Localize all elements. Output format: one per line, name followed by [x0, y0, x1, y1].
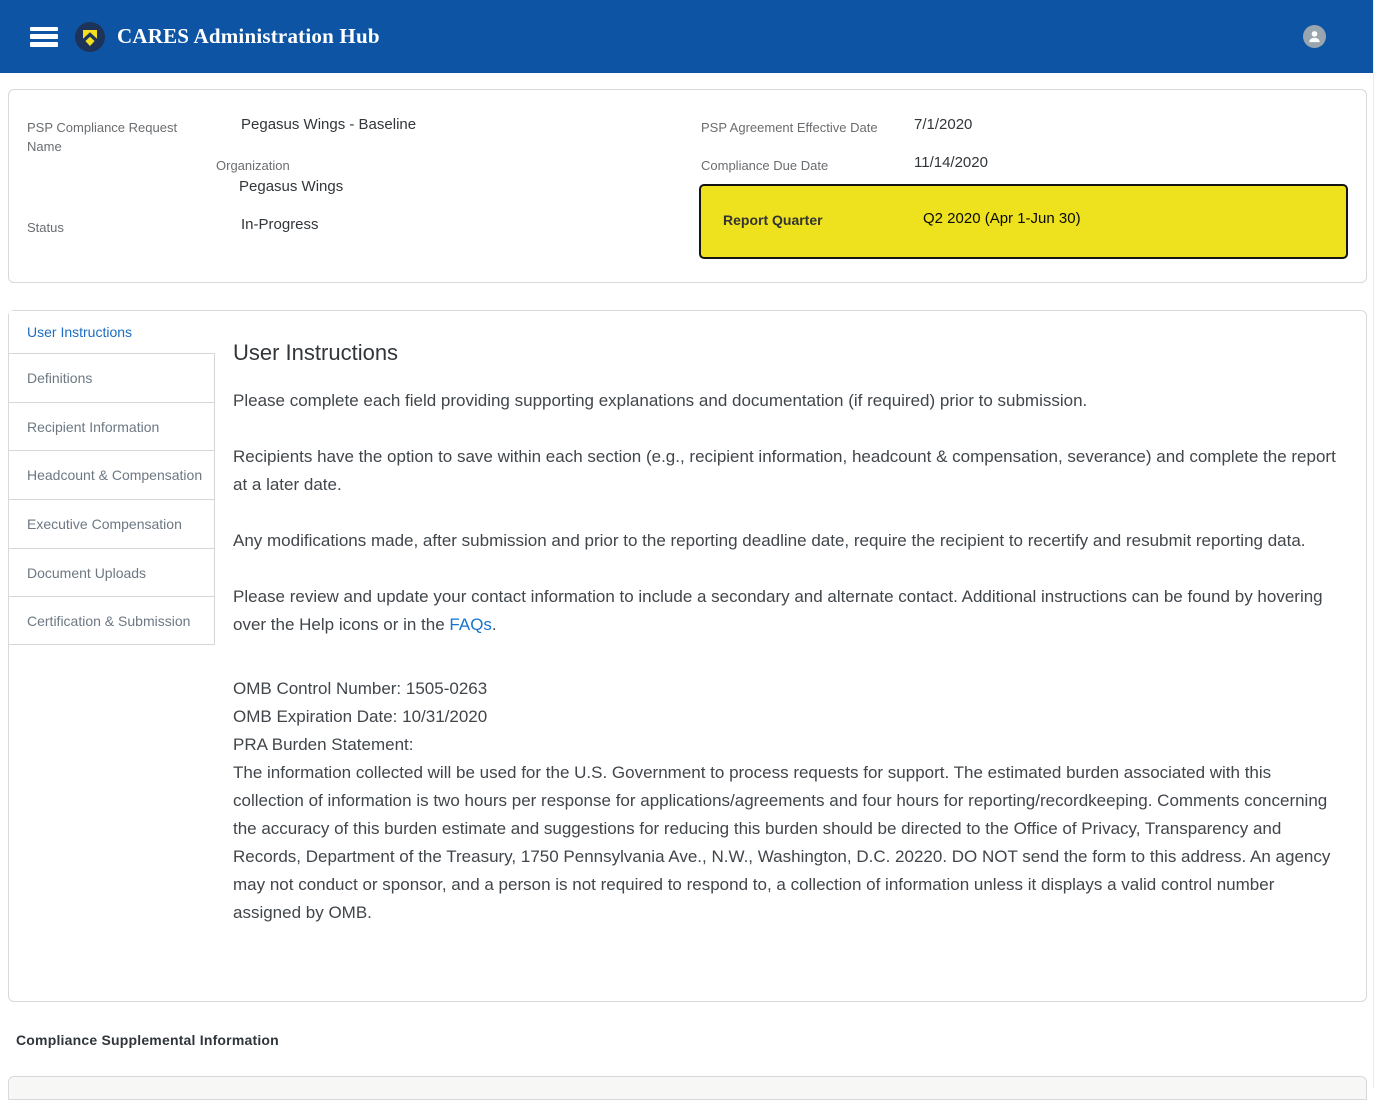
status-value: In-Progress: [241, 215, 319, 235]
tab-label: Executive Compensation: [27, 516, 182, 532]
supplemental-info-heading: Compliance Supplemental Information: [16, 1032, 279, 1048]
person-icon: [1307, 29, 1322, 44]
request-name-value: Pegasus Wings - Baseline: [241, 115, 416, 135]
effective-date-value: 7/1/2020: [914, 115, 972, 135]
supplemental-info-panel: [8, 1076, 1367, 1100]
tab-user-instructions[interactable]: User Instructions: [9, 311, 215, 353]
scrollbar[interactable]: [1373, 0, 1383, 1088]
tab-label: Recipient Information: [27, 419, 159, 435]
tab-label: User Instructions: [27, 324, 132, 340]
pra-burden-label: PRA Burden Statement:: [233, 735, 414, 754]
tab-definitions[interactable]: Definitions: [9, 353, 215, 402]
contact-paragraph: Please review and update your contact in…: [233, 583, 1346, 639]
report-quarter-label: Report Quarter: [723, 212, 823, 228]
user-avatar-button[interactable]: [1303, 25, 1326, 48]
user-instructions-panel: User Instructions Definitions Recipient …: [8, 310, 1367, 1002]
pra-burden-text: The information collected will be used f…: [233, 763, 1330, 922]
page-title: User Instructions: [233, 337, 1346, 369]
tab-label: Headcount & Compensation: [27, 467, 202, 483]
omb-control-number: OMB Control Number: 1505-0263: [233, 679, 487, 698]
section-nav: User Instructions Definitions Recipient …: [9, 311, 215, 645]
tab-document-uploads[interactable]: Document Uploads: [9, 548, 215, 597]
effective-date-label: PSP Agreement Effective Date: [701, 118, 878, 137]
instruction-paragraph: Please complete each field providing sup…: [233, 387, 1346, 415]
tab-label: Definitions: [27, 370, 92, 386]
organization-value: Pegasus Wings: [239, 177, 343, 197]
instruction-paragraph: Recipients have the option to save withi…: [233, 443, 1346, 499]
instructions-content: User Instructions Please complete each f…: [233, 311, 1346, 1001]
contact-text-end: .: [492, 615, 497, 634]
tab-headcount-compensation[interactable]: Headcount & Compensation: [9, 450, 215, 499]
due-date-value: 11/14/2020: [914, 153, 988, 173]
report-quarter-value: Q2 2020 (Apr 1-Jun 30): [923, 210, 1081, 227]
tab-executive-compensation[interactable]: Executive Compensation: [9, 499, 215, 548]
status-label: Status: [27, 218, 64, 237]
app-title: CARES Administration Hub: [117, 24, 380, 49]
tab-recipient-information[interactable]: Recipient Information: [9, 402, 215, 451]
tab-label: Document Uploads: [27, 565, 146, 581]
app-logo-shield-icon: [75, 22, 105, 52]
menu-icon[interactable]: [30, 27, 58, 47]
omb-expiration-date: OMB Expiration Date: 10/31/2020: [233, 707, 487, 726]
faqs-link[interactable]: FAQs: [449, 615, 492, 634]
instruction-paragraph: Any modifications made, after submission…: [233, 527, 1346, 555]
tab-label: Certification & Submission: [27, 613, 190, 629]
omb-block: OMB Control Number: 1505-0263 OMB Expira…: [233, 675, 1346, 927]
due-date-label: Compliance Due Date: [701, 156, 828, 175]
organization-label: Organization: [216, 156, 290, 175]
request-name-label: PSP Compliance Request Name: [27, 118, 202, 156]
contact-text: Please review and update your contact in…: [233, 587, 1323, 634]
compliance-summary-panel: PSP Compliance Request Name Pegasus Wing…: [8, 89, 1367, 283]
tab-certification-submission[interactable]: Certification & Submission: [9, 596, 215, 645]
app-header: CARES Administration Hub: [0, 0, 1373, 73]
report-quarter-highlight: Report Quarter Q2 2020 (Apr 1-Jun 30): [699, 184, 1348, 259]
